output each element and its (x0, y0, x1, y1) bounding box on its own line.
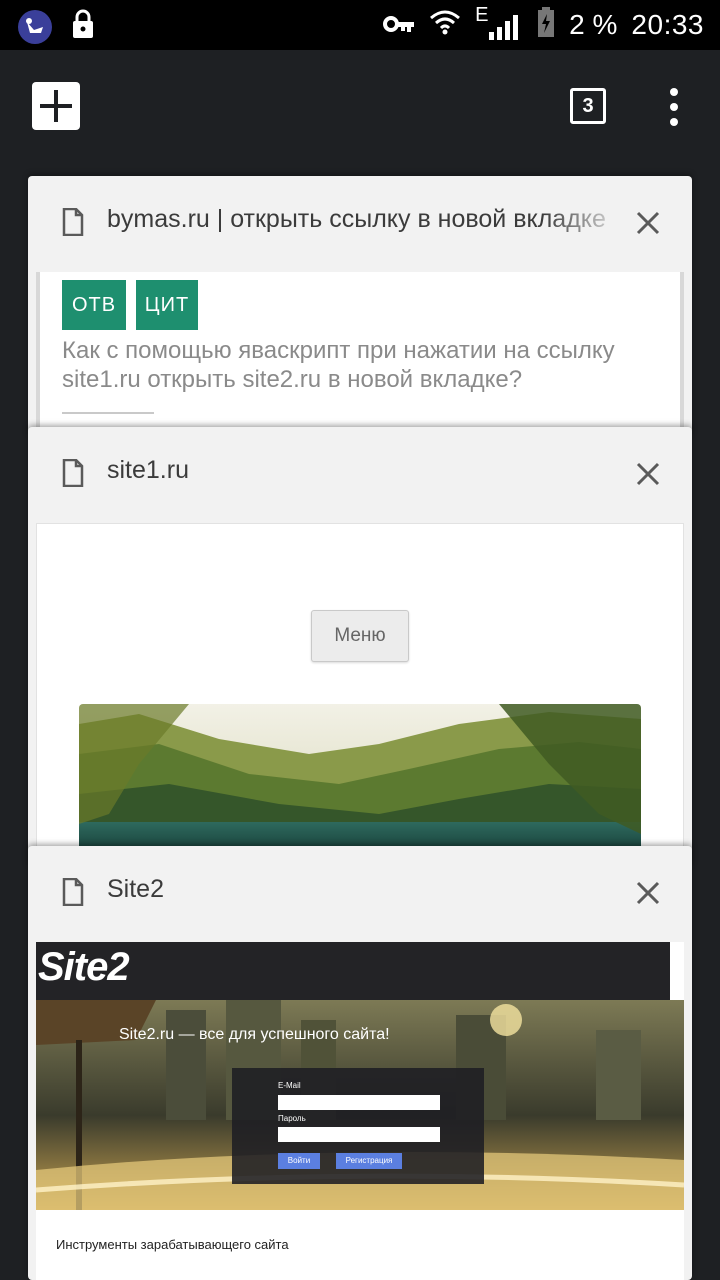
menu-dot-icon (670, 88, 678, 96)
app-notification-icon (18, 9, 52, 44)
site2-login-form: E-Mail Пароль Войти Регистрация (232, 1068, 484, 1184)
tab-card-header: Site2 (28, 846, 692, 940)
login-button: Войти (278, 1153, 320, 1169)
wifi-icon (429, 8, 461, 43)
close-icon (636, 462, 660, 486)
forest-lake-image (79, 704, 641, 852)
site2-content: Инструменты зарабатывающего сайта (36, 1210, 684, 1280)
tab-title: bymas.ru | открыть ссылку в новой вкладк… (107, 205, 606, 233)
tab-switcher-toolbar: 3 (0, 50, 720, 176)
tab-card-bymas[interactable]: bymas.ru | открыть ссылку в новой вкладк… (28, 176, 692, 436)
question-text: Как с помощью яваскрипт при нажатии на с… (62, 337, 615, 393)
divider (62, 412, 154, 414)
site2-footer-text: Инструменты зарабатывающего сайта (56, 1237, 289, 1252)
tab-card-header: site1.ru (28, 427, 692, 521)
cellular-signal-icon: E (475, 4, 523, 40)
tab-title: site1.ru (107, 456, 189, 484)
site2-header: Site2 (36, 942, 670, 1000)
site2-hero: Site2.ru — все для успешного сайта! E-Ma… (36, 1000, 684, 1210)
new-tab-button[interactable] (32, 82, 80, 130)
site-menu-button: Меню (311, 610, 409, 662)
close-tab-button[interactable] (634, 209, 662, 237)
menu-dot-icon (670, 118, 678, 126)
tab-card-header: bymas.ru | открыть ссылку в новой вкладк… (28, 176, 692, 270)
email-label: E-Mail (278, 1081, 301, 1090)
password-label: Пароль (278, 1114, 306, 1123)
password-field (278, 1127, 440, 1142)
tab-count-button[interactable]: 3 (570, 88, 606, 124)
vpn-key-icon (383, 9, 415, 41)
close-icon (636, 881, 660, 905)
tab-title: Site2 (107, 875, 164, 903)
status-bar: E 2 % 20:33 (0, 0, 720, 50)
clock: 20:33 (631, 9, 704, 40)
register-button: Регистрация (336, 1153, 402, 1169)
site2-tagline: Site2.ru — все для успешного сайта! (119, 1026, 390, 1043)
tab-preview: ОТВ ЦИТ Как с помощью яваскрипт при нажа… (36, 272, 684, 436)
battery-level: 2 % (569, 9, 618, 40)
document-icon (62, 207, 84, 241)
close-icon (636, 211, 660, 235)
document-icon (62, 877, 84, 911)
quote-badge: ЦИТ (136, 280, 198, 330)
tab-preview: Site2 Site2.ru — все для успешного сайта… (36, 942, 684, 1280)
overflow-menu-button[interactable] (664, 88, 684, 128)
tab-preview: Меню (36, 523, 684, 853)
site2-logo: Site2 (38, 945, 130, 989)
document-icon (62, 458, 84, 492)
close-tab-button[interactable] (634, 879, 662, 907)
lock-icon (70, 8, 96, 45)
email-field (278, 1095, 440, 1110)
menu-dot-icon (670, 103, 678, 111)
battery-charging-icon (537, 6, 555, 44)
tab-card-site2[interactable]: Site2 Site2 Site2.ru — все для успешного… (28, 846, 692, 1280)
answer-badge: ОТВ (62, 280, 126, 330)
close-tab-button[interactable] (634, 460, 662, 488)
tab-card-site1[interactable]: site1.ru Меню (28, 427, 692, 867)
